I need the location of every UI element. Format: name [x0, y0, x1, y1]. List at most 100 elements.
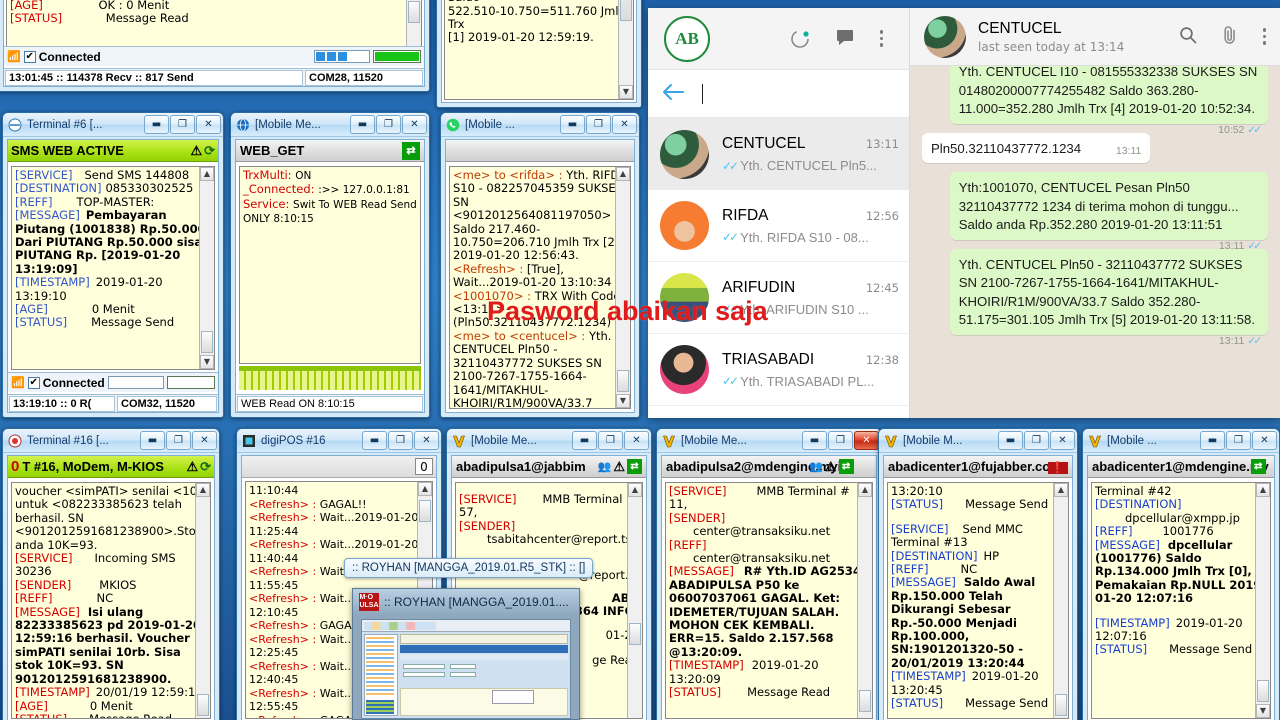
window-buttons[interactable]: ▬ ❐ ✕: [143, 115, 221, 134]
taskbar-thumbnail-preview[interactable]: M·O ULSA :: ROYHAN [MANGGA_2019.01....: [352, 588, 580, 720]
scroll-up-arrow[interactable]: ▲: [200, 167, 214, 181]
scrollbar-vertical[interactable]: ▲: [857, 483, 872, 718]
scrollbar-thumb[interactable]: [620, 0, 632, 21]
titlebar[interactable]: digiPOS #16 ▬ ❐ ✕: [237, 429, 441, 453]
scrollbar-vertical[interactable]: ▲: [627, 483, 642, 718]
scrollbar-vertical[interactable]: ▲ ▼: [199, 167, 214, 369]
scrollbar-thumb[interactable]: [1055, 694, 1067, 716]
log-pane[interactable]: Terminal #42 [DESTINATION] dpcellular@xm…: [1091, 482, 1271, 719]
minimize-button[interactable]: ▬: [350, 115, 375, 134]
attach-icon[interactable]: [1221, 25, 1239, 49]
log-pane[interactable]: 13:20:10 [STATUS] Message Send [SERVICE] S…: [887, 482, 1069, 719]
scrollbar-thumb[interactable]: [419, 500, 431, 522]
window-top-left[interactable]: 🖥 [AGE] OK : 0 Menit [STATUS] Message Re…: [0, 0, 430, 92]
profile-logo-icon[interactable]: AB: [664, 15, 710, 62]
search-icon[interactable]: [1179, 26, 1197, 48]
maximize-button[interactable]: ❐: [1024, 431, 1049, 450]
refresh-icon[interactable]: ⇄: [1250, 459, 1266, 474]
back-arrow-icon[interactable]: [662, 83, 684, 105]
scroll-up-arrow[interactable]: ▲: [616, 167, 630, 181]
titlebar[interactable]: [Mobile Me... ▬ ❐ ✕: [447, 429, 651, 453]
scroll-up-arrow[interactable]: ▲: [196, 483, 210, 497]
scrollbar-vertical[interactable]: ▲ ▼: [615, 167, 630, 408]
close-button[interactable]: ✕: [414, 431, 439, 450]
connected-checkbox[interactable]: ✔: [23, 50, 36, 63]
log-pane[interactable]: DIANCELL S10 - 082233385623 SUKSES SN <9…: [444, 0, 634, 100]
scroll-up-arrow[interactable]: ▲: [858, 483, 872, 497]
whatsapp-window[interactable]: AB CENTUCEL 13:11 ✓✓ Yth. CENTUCEL Pln5.…: [648, 8, 1280, 418]
window-web-get[interactable]: [Mobile Me... ▬ ❐ ✕ WEB_GET ⇄ TrxMulti: …: [230, 112, 430, 418]
close-button[interactable]: ✕: [1050, 431, 1075, 450]
header-icons[interactable]: ⚠ ⟳: [186, 459, 211, 475]
connection-row[interactable]: 📶 ✔ Connected: [8, 372, 218, 392]
window-abadicenter1-fujabber[interactable]: [Mobile M... ▬ ❐ ✕ abadicenter1@fujabber…: [878, 428, 1078, 720]
header-icons[interactable]: 👥 ⚠ ⇄: [598, 459, 642, 475]
scrollbar-thumb[interactable]: [1257, 680, 1269, 702]
close-button[interactable]: ✕: [624, 431, 649, 450]
titlebar[interactable]: Terminal #16 [... ▬ ❐ ✕: [3, 429, 219, 453]
list-item[interactable]: RIFDA 12:56 ✓✓ Yth. RIFDA S10 - 08...: [648, 190, 909, 262]
scrollbar-vertical[interactable]: ▼: [618, 0, 633, 99]
scroll-up-arrow[interactable]: ▲: [1256, 483, 1270, 497]
connection-row[interactable]: 📶 ✔ Connected: [4, 46, 424, 66]
maximize-button[interactable]: ❐: [828, 431, 853, 450]
maximize-button[interactable]: ❐: [586, 115, 611, 134]
header-icons[interactable]: 👥 ⚠ ⇄: [809, 459, 854, 475]
window-mobile-messenger-mid[interactable]: [Mobile ... ▬ ❐ ✕ <me> to <rifda> : Yth.…: [440, 112, 640, 418]
scroll-down-arrow[interactable]: ▼: [200, 355, 214, 369]
minimize-button[interactable]: ▬: [572, 431, 597, 450]
titlebar[interactable]: [Mobile M... ▬ ❐ ✕: [879, 429, 1077, 453]
conversation-header[interactable]: CENTUCEL last seen today at 13:14: [910, 8, 1280, 66]
overflow-menu-icon[interactable]: [1262, 28, 1266, 45]
window-buttons[interactable]: ▬ ❐ ✕: [559, 115, 637, 134]
scroll-up-arrow[interactable]: ▲: [628, 483, 642, 497]
close-button[interactable]: ✕: [192, 431, 217, 450]
conversation-header-icons[interactable]: [1179, 25, 1266, 49]
maximize-button[interactable]: ❐: [598, 431, 623, 450]
window-buttons[interactable]: ▬ ❐ ✕: [349, 115, 427, 134]
window-buttons[interactable]: ▬ ❐ ✕: [801, 431, 879, 450]
scrollbar-thumb[interactable]: [617, 370, 629, 392]
window-terminal-6[interactable]: Terminal #6 [... ▬ ❐ ✕ SMS WEB ACTIVE ⚠ …: [2, 112, 224, 418]
refresh-icon[interactable]: ⇄: [838, 459, 854, 474]
titlebar[interactable]: [Mobile ... ▬ ❐ ✕: [441, 113, 639, 137]
minimize-button[interactable]: ▬: [144, 115, 169, 134]
chat-icon[interactable]: [836, 28, 854, 50]
list-item[interactable]: TRIASABADI 12:38 ✓✓ Yth. TRIASABADI PL..…: [648, 334, 909, 406]
web-toggle-icon[interactable]: ⇄: [402, 141, 420, 160]
log-pane[interactable]: TrxMulti: ON _Connected: :>> 127.0.0.1:8…: [239, 166, 421, 364]
scrollbar-thumb[interactable]: [859, 690, 871, 712]
log-pane[interactable]: voucher <simPATI> senilai <10> untuk <08…: [11, 482, 211, 719]
window-abadipulsa2[interactable]: [Mobile Me... ▬ ❐ ✕ abadipulsa2@mdengine…: [656, 428, 882, 720]
scrollbar-thumb[interactable]: [201, 331, 213, 353]
close-button[interactable]: ✕: [1252, 431, 1277, 450]
titlebar[interactable]: [Mobile Me... ▬ ❐ ✕: [231, 113, 429, 137]
scrollbar-thumb[interactable]: [629, 623, 641, 645]
window-buttons[interactable]: ▬ ❐ ✕: [1199, 431, 1277, 450]
close-button[interactable]: ✕: [854, 431, 879, 450]
scrollbar-thumb[interactable]: [197, 694, 209, 716]
window-terminal-16[interactable]: Terminal #16 [... ▬ ❐ ✕ 0 T #16, MoDem, …: [2, 428, 220, 720]
overflow-menu-icon[interactable]: [879, 30, 883, 47]
scroll-down-arrow[interactable]: ▼: [616, 394, 630, 408]
scrollbar-vertical[interactable]: ▲: [195, 483, 210, 718]
maximize-button[interactable]: ❐: [388, 431, 413, 450]
minimize-button[interactable]: ▬: [802, 431, 827, 450]
maximize-button[interactable]: ❐: [170, 115, 195, 134]
maximize-button[interactable]: ❐: [166, 431, 191, 450]
scroll-up-arrow[interactable]: ▲: [1054, 483, 1068, 497]
close-button[interactable]: ✕: [402, 115, 427, 134]
scrollbar-vertical[interactable]: ▲ ▼: [1255, 483, 1270, 718]
window-buttons[interactable]: ▬ ❐ ✕: [571, 431, 649, 450]
close-button[interactable]: ✕: [196, 115, 221, 134]
window-buttons[interactable]: ▬ ❐ ✕: [361, 431, 439, 450]
titlebar[interactable]: Terminal #6 [... ▬ ❐ ✕: [3, 113, 223, 137]
refresh-icon[interactable]: ⇄: [627, 459, 642, 474]
titlebar[interactable]: [Mobile Me... ▬ ❐ ✕: [657, 429, 881, 453]
scroll-down-arrow[interactable]: ▼: [1256, 704, 1270, 718]
maximize-button[interactable]: ❐: [376, 115, 401, 134]
log-pane[interactable]: [SERVICE] Send SMS 144808 [DESTINATION] 08…: [11, 166, 215, 370]
window-buttons[interactable]: ▬ ❐ ✕: [997, 431, 1075, 450]
minimize-button[interactable]: ▬: [998, 431, 1023, 450]
window-abadicenter1-mdengine[interactable]: [Mobile ... ▬ ❐ ✕ abadicenter1@mdengine.…: [1082, 428, 1280, 720]
